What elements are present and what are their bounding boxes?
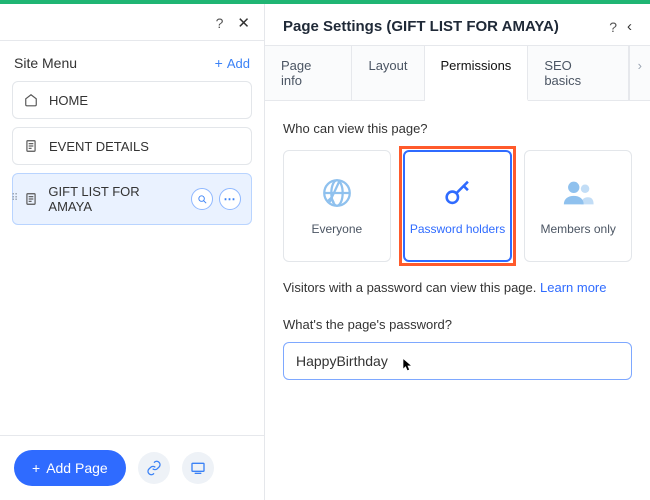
plus-icon: +: [32, 460, 40, 476]
tabs: Page info Layout Permissions SEO basics …: [265, 45, 650, 101]
globe-icon: [320, 176, 354, 210]
panel-title: Page Settings (GIFT LIST FOR AMAYA): [283, 18, 599, 35]
menu-item-home[interactable]: HOME: [12, 81, 252, 119]
chevron-left-icon[interactable]: ‹: [627, 18, 632, 35]
tab-seo-basics[interactable]: SEO basics: [528, 46, 628, 100]
tab-permissions[interactable]: Permissions: [425, 46, 529, 101]
page-icon: [23, 191, 38, 207]
sidebar-header-controls: ? ✕: [0, 4, 264, 40]
menu-item-label: HOME: [49, 93, 88, 108]
menu-items: HOME EVENT DETAILS ⠿ GIFT LIST FOR AMAYA: [0, 81, 264, 233]
helper-text-body: Visitors with a password can view this p…: [283, 280, 540, 295]
tabs-scroll-right-icon[interactable]: ›: [629, 46, 650, 100]
menu-item-actions: ⋯: [191, 188, 241, 210]
menu-item-label: GIFT LIST FOR AMAYA: [48, 184, 181, 214]
help-icon[interactable]: ?: [609, 19, 617, 35]
link-tool-icon[interactable]: [138, 452, 170, 484]
close-icon[interactable]: ✕: [237, 14, 250, 32]
menu-item-label: EVENT DETAILS: [49, 139, 149, 154]
tab-layout[interactable]: Layout: [352, 46, 424, 100]
members-icon: [561, 176, 595, 210]
plus-icon: +: [215, 55, 223, 71]
menu-item-event-details[interactable]: EVENT DETAILS: [12, 127, 252, 165]
page-icon: [23, 138, 39, 154]
option-label: Members only: [541, 222, 616, 236]
learn-more-link[interactable]: Learn more: [540, 280, 606, 295]
app-root: ? ✕ Site Menu + Add HOME EVENT DETAIL: [0, 4, 650, 500]
drag-handle-icon[interactable]: ⠿: [11, 197, 18, 201]
option-label: Everyone: [311, 222, 362, 236]
search-item-icon[interactable]: [191, 188, 213, 210]
password-field-wrap: [283, 342, 632, 380]
permission-options: Everyone Password holders Members only: [283, 150, 632, 262]
site-menu-header: Site Menu + Add: [0, 41, 264, 81]
option-label: Password holders: [410, 222, 505, 236]
helper-text: Visitors with a password can view this p…: [283, 280, 632, 295]
site-menu-title: Site Menu: [14, 55, 77, 71]
settings-panel: Page Settings (GIFT LIST FOR AMAYA) ? ‹ …: [265, 4, 650, 500]
desktop-preview-icon[interactable]: [182, 452, 214, 484]
panel-content: Who can view this page? Everyone Passwor…: [265, 101, 650, 400]
sidebar: ? ✕ Site Menu + Add HOME EVENT DETAIL: [0, 4, 265, 500]
add-page-label: Add Page: [46, 460, 108, 476]
add-page-button[interactable]: + Add Page: [14, 450, 126, 486]
password-field-label: What's the page's password?: [283, 317, 632, 332]
menu-item-gift-list[interactable]: ⠿ GIFT LIST FOR AMAYA ⋯: [12, 173, 252, 225]
add-menu-item-link[interactable]: + Add: [215, 55, 250, 71]
home-icon: [23, 92, 39, 108]
option-everyone[interactable]: Everyone: [283, 150, 391, 262]
view-permission-label: Who can view this page?: [283, 121, 632, 136]
add-label: Add: [227, 56, 250, 71]
sidebar-footer: + Add Page: [0, 435, 264, 500]
password-input[interactable]: [283, 342, 632, 380]
more-actions-icon[interactable]: ⋯: [219, 188, 241, 210]
option-members-only[interactable]: Members only: [524, 150, 632, 262]
help-icon[interactable]: ?: [216, 15, 224, 31]
panel-header: Page Settings (GIFT LIST FOR AMAYA) ? ‹: [265, 4, 650, 45]
tab-page-info[interactable]: Page info: [265, 46, 352, 100]
key-icon: [441, 176, 475, 210]
option-password-holders[interactable]: Password holders: [403, 150, 513, 262]
